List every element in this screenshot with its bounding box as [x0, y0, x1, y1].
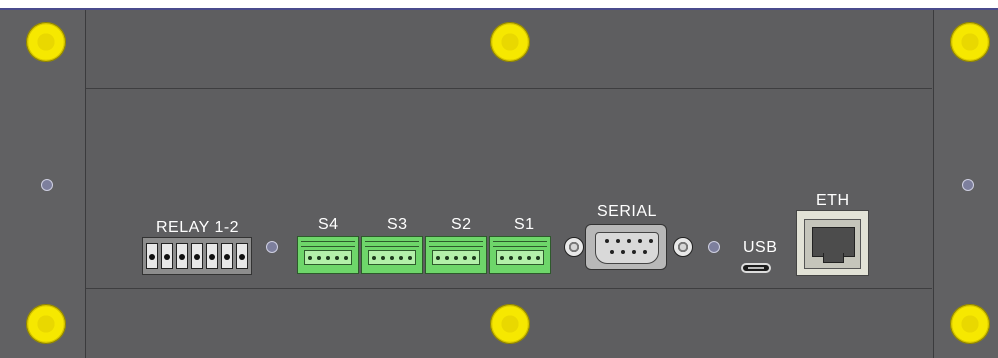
mounting-hole-icon	[708, 241, 720, 253]
serial-db9-port[interactable]	[585, 224, 667, 270]
s2-label: S2	[451, 216, 472, 233]
screw-icon	[490, 304, 530, 344]
eth-label: ETH	[816, 192, 850, 209]
screw-icon	[26, 22, 66, 62]
screw-icon	[950, 22, 990, 62]
screw-icon	[490, 22, 530, 62]
mounting-hole-icon	[962, 179, 974, 191]
terminal-block-icon	[146, 243, 158, 269]
terminal-block-icon	[206, 243, 218, 269]
usb-label: USB	[743, 239, 778, 256]
upper-panel-seam	[86, 88, 932, 89]
terminal-block-icon	[221, 243, 233, 269]
sensor-connector-s1[interactable]	[489, 236, 551, 274]
mounting-hole-icon	[41, 179, 53, 191]
screw-icon	[26, 304, 66, 344]
db9-connector-icon	[595, 232, 659, 264]
terminal-block-icon	[236, 243, 248, 269]
sensor-connector-s2[interactable]	[425, 236, 487, 274]
device-rear-panel	[0, 8, 998, 358]
screw-standoff-icon	[673, 237, 693, 257]
sensor-connector-s3[interactable]	[361, 236, 423, 274]
lower-panel-seam	[86, 288, 932, 289]
terminal-block-icon	[161, 243, 173, 269]
serial-label: SERIAL	[597, 203, 657, 220]
s3-label: S3	[387, 216, 408, 233]
relay-label: RELAY 1-2	[156, 219, 240, 236]
terminal-block-icon	[176, 243, 188, 269]
mounting-hole-icon	[266, 241, 278, 253]
sensor-connector-s4[interactable]	[297, 236, 359, 274]
screw-standoff-icon	[564, 237, 584, 257]
usb-port-icon[interactable]	[741, 263, 771, 273]
screw-icon	[950, 304, 990, 344]
s4-label: S4	[318, 216, 339, 233]
rj45-port-icon	[804, 219, 861, 269]
terminal-block-icon	[191, 243, 203, 269]
s1-label: S1	[514, 216, 535, 233]
relay-terminal-block[interactable]	[142, 237, 252, 275]
ethernet-port[interactable]	[796, 210, 869, 276]
